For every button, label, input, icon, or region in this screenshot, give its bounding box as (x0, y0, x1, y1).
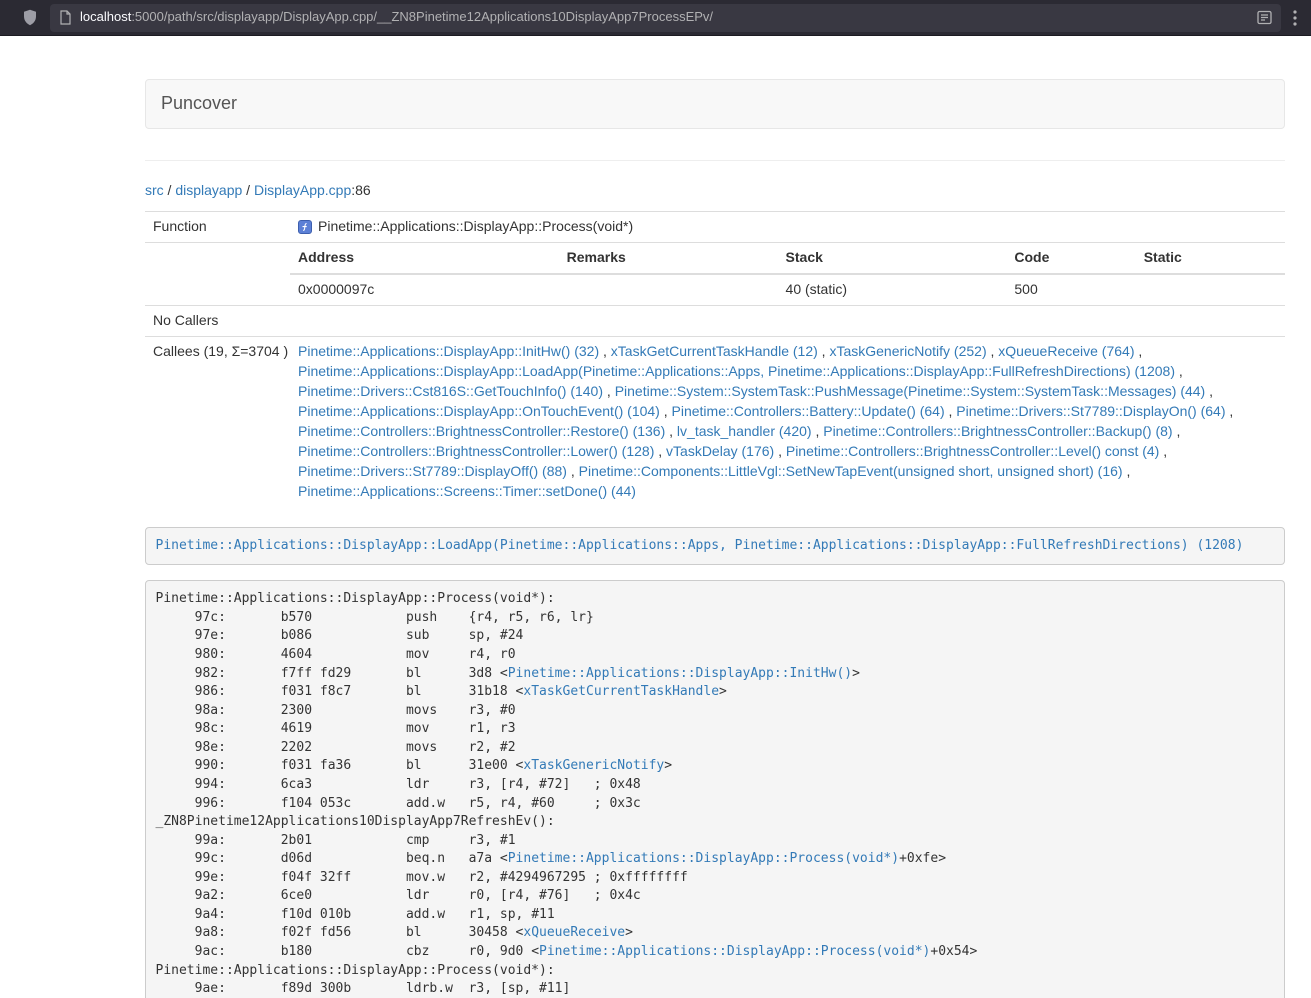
callee-link[interactable]: Pinetime::Controllers::Battery::Update()… (672, 403, 945, 419)
breadcrumb: src / displayapp / DisplayApp.cpp:86 (145, 181, 1285, 201)
col-remarks: Remarks (559, 243, 778, 274)
symbol-link[interactable]: Pinetime::Applications::DisplayApp::Proc… (539, 944, 930, 959)
value-code: 500 (1006, 274, 1135, 305)
breadcrumb-file[interactable]: DisplayApp.cpp (254, 182, 351, 198)
callee-link[interactable]: xTaskGenericNotify (252) (829, 343, 986, 359)
callee-link[interactable]: Pinetime::Components::LittleVgl::SetNewT… (579, 463, 1123, 479)
stats-value-row: 0x0000097c 40 (static) 500 (290, 274, 1285, 305)
callee-link[interactable]: vTaskDelay (176) (666, 443, 774, 459)
brand-link[interactable]: Puncover (146, 91, 252, 117)
browser-chrome: localhost:5000/path/src/displayapp/Displ… (0, 0, 1311, 36)
stats-row: Address Remarks Stack Code Static 0x0000… (145, 242, 1285, 305)
divider (145, 160, 1285, 161)
url-host: localhost (80, 9, 131, 24)
breadcrumb-src[interactable]: src (145, 182, 164, 198)
callee-link[interactable]: Pinetime::Drivers::St7789::DisplayOn() (… (956, 403, 1225, 419)
callee-link[interactable]: Pinetime::Drivers::Cst816S::GetTouchInfo… (298, 383, 603, 399)
callee-link[interactable]: Pinetime::System::SystemTask::PushMessag… (615, 383, 1206, 399)
callees-row: Callees (19, Σ=3704 ) Pinetime::Applicat… (145, 336, 1285, 506)
menu-icon[interactable] (1293, 10, 1297, 26)
function-cell: Pinetime::Applications::DisplayApp::Proc… (290, 211, 1285, 242)
callee-link[interactable]: xTaskGetCurrentTaskHandle (12) (611, 343, 818, 359)
callee-link[interactable]: Pinetime::Applications::DisplayApp::Init… (298, 343, 599, 359)
callee-link[interactable]: xQueueReceive (764) (998, 343, 1134, 359)
highlighted-symbol-link[interactable]: Pinetime::Applications::DisplayApp::Load… (156, 538, 1244, 553)
col-static: Static (1136, 243, 1285, 274)
url-bar[interactable]: localhost:5000/path/src/displayapp/Displ… (50, 4, 1281, 32)
stats-table: Address Remarks Stack Code Static 0x0000… (290, 243, 1285, 305)
col-code: Code (1006, 243, 1135, 274)
symbol-link[interactable]: Pinetime::Applications::DisplayApp::Init… (508, 666, 852, 681)
page: Puncover src / displayapp / DisplayApp.c… (0, 36, 1311, 998)
page-icon (59, 10, 72, 25)
url-text: localhost:5000/path/src/displayapp/Displ… (80, 8, 1249, 27)
value-static (1136, 274, 1285, 305)
callee-link[interactable]: Pinetime::Controllers::BrightnessControl… (786, 443, 1159, 459)
callee-link[interactable]: Pinetime::Applications::DisplayApp::OnTo… (298, 403, 660, 419)
row-label-function: Function (145, 211, 290, 242)
symbol-link[interactable]: Pinetime::Applications::DisplayApp::Proc… (508, 851, 899, 866)
symbol-link[interactable]: xTaskGenericNotify (523, 758, 664, 773)
col-address: Address (290, 243, 559, 274)
symbol-link[interactable]: xQueueReceive (523, 925, 625, 940)
callee-link[interactable]: Pinetime::Drivers::St7789::DisplayOff() … (298, 463, 567, 479)
highlighted-symbol-pre: Pinetime::Applications::DisplayApp::Load… (145, 527, 1285, 566)
callers-cell (290, 305, 1285, 336)
callee-link[interactable]: Pinetime::Applications::Screens::Timer::… (298, 483, 636, 499)
row-label-callees: Callees (19, Σ=3704 ) (145, 336, 290, 506)
row-label-empty (145, 242, 290, 305)
symbol-link[interactable]: xTaskGetCurrentTaskHandle (523, 684, 719, 699)
row-label-no-callers: No Callers (145, 305, 290, 336)
callee-link[interactable]: Pinetime::Controllers::BrightnessControl… (823, 423, 1172, 439)
breadcrumb-line-number: :86 (351, 182, 370, 198)
value-remarks (559, 274, 778, 305)
reader-mode-icon[interactable] (1249, 10, 1272, 25)
callee-link[interactable]: Pinetime::Controllers::BrightnessControl… (298, 423, 665, 439)
callee-link[interactable]: lv_task_handler (420) (677, 423, 812, 439)
symbol-table: Function Pinetime::Applications::Display… (145, 211, 1285, 507)
callees-list: Pinetime::Applications::DisplayApp::Init… (290, 336, 1285, 506)
function-icon (298, 220, 312, 234)
url-path: :5000/path/src/displayapp/DisplayApp.cpp… (131, 9, 713, 24)
content-container: Puncover src / displayapp / DisplayApp.c… (145, 79, 1285, 998)
stats-cell: Address Remarks Stack Code Static 0x0000… (290, 242, 1285, 305)
callee-link[interactable]: Pinetime::Applications::DisplayApp::Load… (298, 363, 1175, 379)
callers-row: No Callers (145, 305, 1285, 336)
breadcrumb-displayapp[interactable]: displayapp (175, 182, 242, 198)
disassembly-pre: Pinetime::Applications::DisplayApp::Proc… (145, 580, 1285, 998)
stats-header-row: Address Remarks Stack Code Static (290, 243, 1285, 274)
col-stack: Stack (778, 243, 1007, 274)
callee-link[interactable]: Pinetime::Controllers::BrightnessControl… (298, 443, 654, 459)
value-address: 0x0000097c (290, 274, 559, 305)
function-name: Pinetime::Applications::DisplayApp::Proc… (318, 218, 633, 234)
function-row: Function Pinetime::Applications::Display… (145, 211, 1285, 242)
navbar: Puncover (145, 79, 1285, 129)
breadcrumb-separator: / (164, 182, 176, 198)
breadcrumb-separator: / (242, 182, 254, 198)
value-stack: 40 (static) (778, 274, 1007, 305)
shield-icon[interactable] (22, 9, 38, 26)
